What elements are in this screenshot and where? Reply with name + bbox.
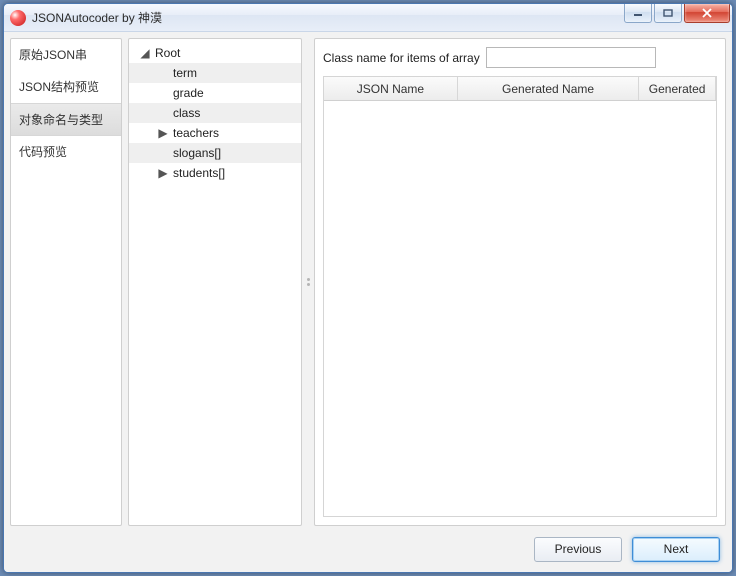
expander-right-icon[interactable]: ▶ bbox=[157, 126, 169, 140]
tree-node-label: class bbox=[173, 106, 200, 120]
tree-node-label: slogans[] bbox=[173, 146, 221, 160]
client-area: 原始JSON串JSON结构预览对象命名与类型代码预览 ◢ Root term grad… bbox=[4, 32, 732, 572]
app-window: JSONAutocoder by 神漠 原始JSON串JSON结构预览对象命名与… bbox=[3, 3, 733, 573]
table-body bbox=[324, 101, 716, 516]
tree-node-label: students[] bbox=[173, 166, 225, 180]
tree-node-label: term bbox=[173, 66, 197, 80]
json-tree-panel: ◢ Root term grade class ▶ teachers slogans[] ▶ st… bbox=[128, 38, 302, 526]
column-header[interactable]: JSON Name bbox=[324, 77, 458, 100]
expander-down-icon[interactable]: ◢ bbox=[139, 46, 151, 60]
app-icon bbox=[10, 10, 26, 26]
tree-node-label: teachers bbox=[173, 126, 219, 140]
tree-node-label: Root bbox=[155, 46, 180, 60]
close-button[interactable] bbox=[684, 4, 730, 23]
class-name-label: Class name for items of array bbox=[323, 51, 480, 65]
tree-row[interactable]: ◢ Root bbox=[129, 43, 301, 63]
sidebar-item[interactable]: 原始JSON串 bbox=[11, 39, 121, 71]
minimize-button[interactable] bbox=[624, 4, 652, 23]
sidebar-item[interactable]: JSON结构预览 bbox=[11, 71, 121, 103]
tree-row[interactable]: ▶ teachers bbox=[129, 123, 301, 143]
work-area: 原始JSON串JSON结构预览对象命名与类型代码预览 ◢ Root term grad… bbox=[10, 38, 726, 526]
window-controls bbox=[622, 4, 730, 24]
maximize-button[interactable] bbox=[654, 4, 682, 23]
column-header[interactable]: Generated Name bbox=[458, 77, 639, 100]
tree-row[interactable]: term bbox=[129, 63, 301, 83]
column-header[interactable]: Generated bbox=[639, 77, 716, 100]
sidebar-item[interactable]: 对象命名与类型 bbox=[11, 103, 121, 136]
previous-button[interactable]: Previous bbox=[534, 537, 622, 562]
naming-panel: Class name for items of array JSON NameG… bbox=[314, 38, 726, 526]
class-name-input[interactable] bbox=[486, 47, 656, 68]
titlebar[interactable]: JSONAutocoder by 神漠 bbox=[4, 4, 732, 32]
sidebar-item[interactable]: 代码预览 bbox=[11, 136, 121, 168]
expander-right-icon[interactable]: ▶ bbox=[157, 166, 169, 180]
tree-row[interactable]: ▶ students[] bbox=[129, 163, 301, 183]
tree-row[interactable]: slogans[] bbox=[129, 143, 301, 163]
tree-row[interactable]: grade bbox=[129, 83, 301, 103]
next-button[interactable]: Next bbox=[632, 537, 720, 562]
window-title: JSONAutocoder by 神漠 bbox=[32, 9, 162, 26]
tree-row[interactable]: class bbox=[129, 103, 301, 123]
mapping-table: JSON NameGenerated NameGenerated bbox=[323, 76, 717, 517]
class-name-row: Class name for items of array bbox=[323, 47, 717, 68]
footer: Previous Next bbox=[10, 532, 726, 566]
step-sidebar: 原始JSON串JSON结构预览对象命名与类型代码预览 bbox=[10, 38, 122, 526]
tree-node-label: grade bbox=[173, 86, 204, 100]
